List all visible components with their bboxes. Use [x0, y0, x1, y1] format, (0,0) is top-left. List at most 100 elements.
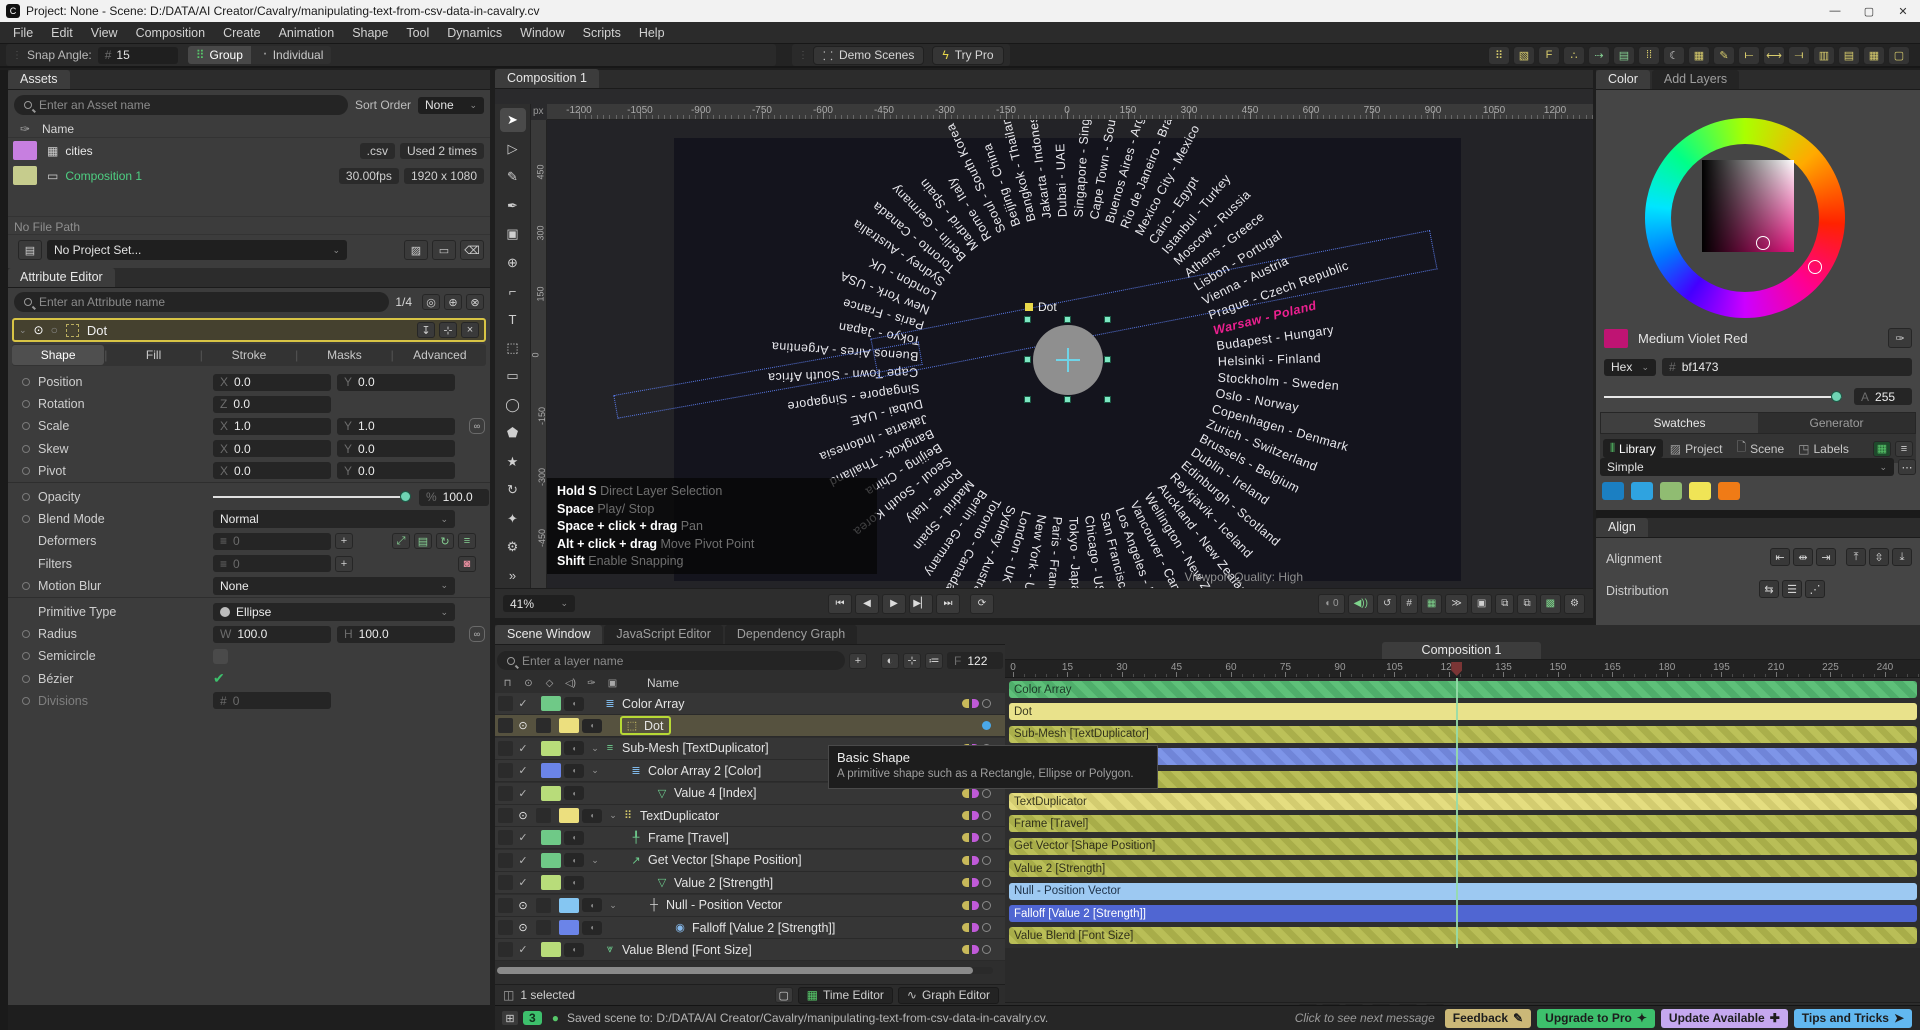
- expand-chevron[interactable]: ⌄: [606, 900, 620, 911]
- timeline-bar[interactable]: Dot: [1009, 703, 1917, 721]
- alignment-button[interactable]: ⇤: [1770, 548, 1790, 566]
- clip-toggle[interactable]: ◖: [564, 853, 584, 868]
- layer-color-swatch[interactable]: [541, 875, 561, 891]
- sv-selector[interactable]: [1756, 236, 1770, 250]
- layout-rows-icon[interactable]: ▤: [1838, 45, 1860, 65]
- menu-edit[interactable]: Edit: [42, 26, 82, 40]
- clip-toggle[interactable]: ◖: [564, 786, 584, 801]
- direct-select-tool[interactable]: ▷: [500, 136, 526, 160]
- sort-order-select[interactable]: None ⌄: [418, 96, 484, 114]
- sparkle-tool[interactable]: ✦: [500, 507, 526, 531]
- timeline-bar[interactable]: TextDuplicator: [1009, 793, 1917, 810]
- particles-icon[interactable]: ∴: [1563, 45, 1585, 65]
- selection-handle[interactable]: [1064, 396, 1071, 403]
- palette-color-swatch[interactable]: [1631, 482, 1653, 500]
- frame-tool[interactable]: ⬚: [500, 336, 526, 360]
- selection-handle[interactable]: [1024, 396, 1031, 403]
- count-field[interactable]: ≡ 0: [213, 532, 331, 550]
- connection-dot[interactable]: [22, 444, 30, 453]
- add-button[interactable]: +: [335, 555, 353, 572]
- time-editor-button[interactable]: ▦ Time Editor: [797, 986, 893, 1004]
- distribution-button[interactable]: ☰: [1782, 580, 1802, 598]
- expand-chevron[interactable]: ⌄: [588, 855, 602, 866]
- rectangle-tool[interactable]: ▭: [500, 364, 526, 388]
- onion-skin-value[interactable]: ◖ 0: [1318, 593, 1345, 614]
- attr-field[interactable]: #0: [213, 692, 331, 710]
- draw-tool[interactable]: ✎: [500, 165, 526, 189]
- pen-icon[interactable]: ✎: [1713, 45, 1735, 65]
- menu-scripts[interactable]: Scripts: [574, 26, 630, 40]
- clip-toggle[interactable]: ◖: [564, 830, 584, 845]
- tab-shape[interactable]: Shape: [12, 345, 105, 365]
- layer-color-swatch[interactable]: [541, 740, 561, 756]
- attr-dropdown[interactable]: Normal ⌄: [213, 510, 455, 529]
- panel-splitter[interactable]: [0, 70, 8, 1030]
- alpha-slider[interactable]: [1604, 390, 1842, 402]
- horizontal-scrollbar[interactable]: [497, 967, 993, 974]
- more-tools-button[interactable]: »: [500, 564, 526, 588]
- layout-columns-icon[interactable]: ▥: [1813, 45, 1835, 65]
- connection-dot[interactable]: [22, 537, 30, 545]
- group-button[interactable]: ⠿ Group: [187, 46, 251, 64]
- layer-color-swatch[interactable]: [541, 852, 561, 868]
- tips-and-tricks-button[interactable]: Tips and Tricks ➤: [1793, 1008, 1912, 1028]
- clip-toggle[interactable]: ◖: [564, 942, 584, 957]
- alignment-button[interactable]: ⇳: [1869, 548, 1889, 566]
- layers-visible-icon[interactable]: ▦: [1420, 593, 1443, 614]
- layer-color-swatch[interactable]: [559, 920, 579, 935]
- viewport-composition-tab[interactable]: Composition 1: [495, 69, 599, 88]
- asset-search-input[interactable]: Enter an Asset name: [14, 95, 348, 115]
- menu-tool[interactable]: Tool: [397, 26, 438, 40]
- selection-handle[interactable]: [1024, 356, 1031, 363]
- palette-color-swatch[interactable]: [1718, 482, 1740, 500]
- clip-toggle[interactable]: ◖: [564, 696, 584, 711]
- add-layer-button[interactable]: +: [849, 652, 867, 669]
- zoom-select[interactable]: 41% ⌄: [503, 595, 575, 612]
- dots-columns-icon[interactable]: ⁞⁞: [1638, 45, 1660, 65]
- eye-toggle[interactable]: ⊙: [513, 899, 533, 912]
- menu-view[interactable]: View: [82, 26, 127, 40]
- selection-handle[interactable]: [1104, 356, 1111, 363]
- connection-dot[interactable]: [22, 422, 30, 431]
- update-available-button[interactable]: Update Available ✚: [1660, 1008, 1788, 1028]
- menu-create[interactable]: Create: [214, 26, 270, 40]
- clip-toggle[interactable]: ◖: [564, 763, 584, 778]
- attr-field[interactable]: X 0.0: [213, 462, 331, 480]
- attribute-search-input[interactable]: Enter an Attribute name: [14, 292, 390, 312]
- connection-dot[interactable]: [22, 466, 30, 475]
- mini-window-button[interactable]: ▢: [774, 987, 793, 1003]
- attr-dropdown[interactable]: None ⌄: [213, 576, 455, 595]
- asset-row[interactable]: ▦ cities .csv Used 2 times: [8, 138, 490, 163]
- pan-tool[interactable]: ⊕: [500, 250, 526, 274]
- tab-javascript-editor[interactable]: JavaScript Editor: [604, 625, 723, 644]
- timeline-bar[interactable]: Color Array: [1009, 681, 1917, 698]
- tab-add-layers[interactable]: Add Layers: [1651, 70, 1740, 89]
- settings-tool[interactable]: ⚙: [500, 535, 526, 559]
- selection-handle[interactable]: [1104, 316, 1111, 323]
- tab-stroke[interactable]: Stroke: [203, 345, 295, 365]
- layer-search-input[interactable]: Enter a layer name: [497, 651, 845, 670]
- check-toggle[interactable]: ✓: [513, 764, 533, 777]
- keyframes-icon[interactable]: ▦: [1688, 45, 1710, 65]
- layer-row[interactable]: ✓ ◖ ⩔ Value Blend [Font Size]: [495, 939, 1005, 962]
- connection-dot[interactable]: [22, 581, 30, 590]
- timeline-bar[interactable]: Null - Position Vector: [1009, 882, 1917, 900]
- project-set-select[interactable]: No Project Set... ⌄: [47, 240, 347, 260]
- layer-color-swatch[interactable]: [541, 785, 561, 801]
- graph-editor-button[interactable]: ∿ Graph Editor: [897, 986, 999, 1004]
- connection-dot[interactable]: [22, 696, 30, 705]
- attr-field[interactable]: Y 1.0: [337, 417, 455, 435]
- palette-options-button[interactable]: ⋯: [1898, 459, 1916, 475]
- try-pro-button[interactable]: ϟ Try Pro: [932, 45, 1004, 65]
- project-icon[interactable]: ▤: [18, 240, 42, 260]
- tab-fill[interactable]: Fill: [107, 345, 199, 365]
- alpha-slider-knob[interactable]: [1831, 390, 1842, 402]
- timeline-bar[interactable]: Falloff [Value 2 [Strength]]: [1009, 905, 1917, 922]
- saturation-value-box[interactable]: [1702, 160, 1794, 252]
- clip-toggle[interactable]: ◖: [564, 875, 584, 890]
- clip-toggle[interactable]: ◖: [564, 741, 584, 756]
- eye-toggle[interactable]: ⊙: [513, 921, 533, 934]
- menu-window[interactable]: Window: [511, 26, 573, 40]
- viewport-canvas[interactable]: Tokyo - Japan Paris - France New York - US…: [547, 120, 1593, 588]
- quick-icon[interactable]: ↻: [436, 533, 454, 550]
